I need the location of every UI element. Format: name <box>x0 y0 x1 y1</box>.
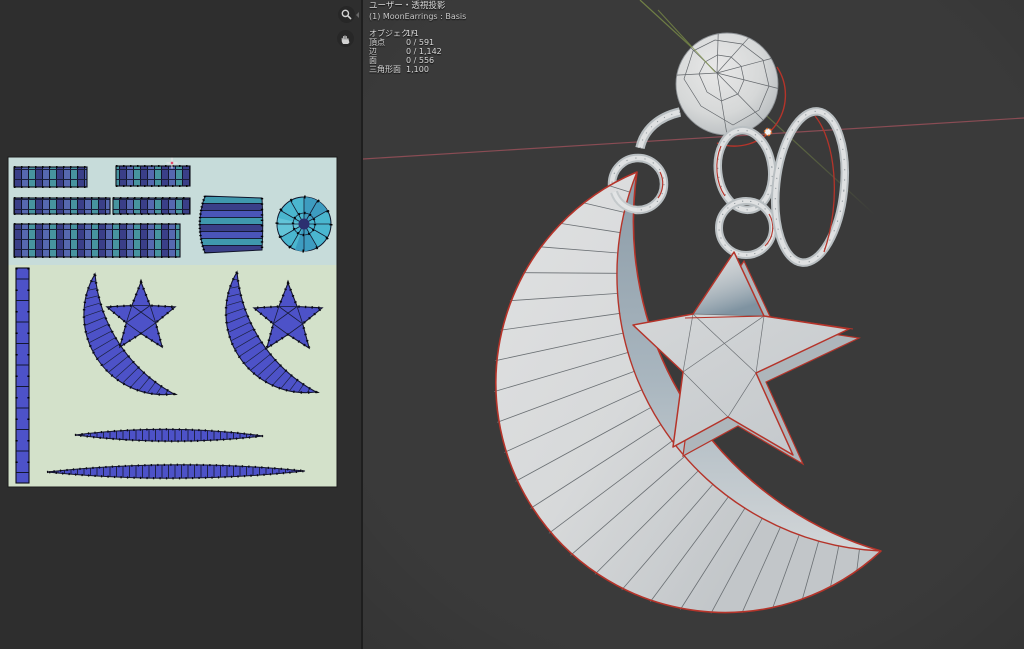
view-perspective-label: ユーザー・透視投影 <box>369 1 446 11</box>
uv-island-disc[interactable] <box>275 195 333 253</box>
viewport-canvas[interactable] <box>363 0 1024 649</box>
viewport-overlay-text: ユーザー・透視投影 (1) MoonEarrings : Basis オブジェク… <box>369 1 467 75</box>
uv-canvas[interactable] <box>0 0 361 649</box>
viewport-vignette <box>363 0 1024 649</box>
hand-icon <box>341 34 349 44</box>
stat-label: 三角形面 <box>369 65 401 74</box>
stat-label: オブジェクト <box>369 29 417 38</box>
stat-label: 辺 <box>369 47 377 56</box>
stat-value: 0 / 556 <box>406 56 435 65</box>
blender-window: ユーザー・透視投影 (1) MoonEarrings : Basis オブジェク… <box>0 0 1024 649</box>
stat-label: 面 <box>369 56 377 65</box>
stat-value: 1,100 <box>406 65 429 74</box>
uv-island-strip-vertical[interactable] <box>15 267 30 484</box>
pan-tool-button[interactable] <box>337 30 354 47</box>
zoom-tool-button[interactable] <box>338 6 355 23</box>
stat-value: 0 / 591 <box>406 38 435 47</box>
uv-editor[interactable] <box>0 0 361 649</box>
stat-value: 0 / 1,142 <box>406 47 442 56</box>
magnifier-icon <box>341 9 352 20</box>
active-object-label: (1) MoonEarrings : Basis <box>369 12 467 21</box>
stat-label: 頂点 <box>369 38 385 47</box>
scene-statistics: オブジェクト 1/1 頂点 0 / 591 辺 0 / 1,142 面 0 / … <box>369 29 466 74</box>
uv-island-fan[interactable] <box>198 195 264 254</box>
3d-viewport[interactable]: ユーザー・透視投影 (1) MoonEarrings : Basis オブジェク… <box>363 0 1024 649</box>
stat-value: 1/1 <box>406 29 419 38</box>
